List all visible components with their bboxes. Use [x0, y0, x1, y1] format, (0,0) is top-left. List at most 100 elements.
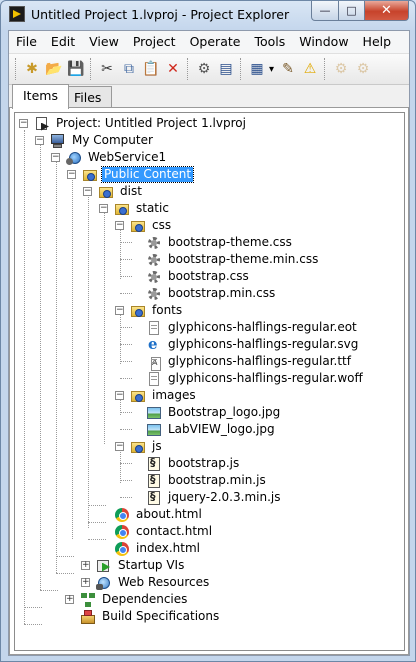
tree-item[interactable]: bootstrap.min.css — [146, 285, 277, 302]
collapse-toggle[interactable]: − — [115, 391, 124, 400]
tree-item[interactable]: LabVIEW_logo.jpg — [146, 421, 277, 438]
menu-view[interactable]: View — [82, 31, 126, 53]
css-file-icon — [146, 286, 162, 302]
tree-item[interactable]: jquery-2.0.3.min.js — [146, 489, 282, 506]
tree-item[interactable]: − Project: Untitled Project 1.lvproj — [19, 115, 248, 132]
tree-item-label: Startup VIs — [118, 558, 185, 572]
tree-item-label: WebService1 — [88, 150, 167, 164]
delete-icon[interactable]: ✕ — [163, 58, 183, 80]
tree-item[interactable]: − js — [115, 438, 164, 455]
maximize-button[interactable]: □ — [339, 1, 365, 21]
warning-icon[interactable]: ⚠ — [300, 58, 320, 80]
tree-guide-line — [88, 505, 106, 506]
collapse-toggle[interactable]: − — [83, 187, 92, 196]
tab-items[interactable]: Items — [12, 84, 69, 109]
tree-item[interactable]: + Dependencies — [65, 591, 189, 608]
expand-toggle[interactable]: + — [81, 561, 90, 570]
dropdown-arrow-icon[interactable]: ▾ — [267, 58, 276, 80]
tree-item[interactable]: glyphicons-halflings-regular.eot — [146, 319, 359, 336]
tree-item[interactable]: − WebService1 — [51, 149, 168, 166]
labview-app-icon[interactable] — [9, 6, 25, 22]
tree-item[interactable]: glyphicons-halflings-regular.woff — [146, 370, 365, 387]
new-icon[interactable]: ✱ — [22, 58, 42, 80]
minimize-button[interactable]: — — [311, 1, 339, 21]
tree-guide-line — [120, 497, 132, 498]
menu-tools[interactable]: Tools — [247, 31, 292, 53]
file-icon — [146, 320, 162, 336]
tree-item[interactable]: − fonts — [115, 302, 184, 319]
window-controls: — □ ✕ — [311, 1, 409, 21]
tree-item[interactable]: bootstrap.min.js — [146, 472, 268, 489]
menu-operate[interactable]: Operate — [183, 31, 248, 53]
tree-guide-line — [120, 293, 132, 294]
view-options-icon[interactable]: ▦ — [247, 58, 267, 80]
tree-item[interactable]: Build Specifications — [66, 608, 221, 625]
tree-item[interactable]: + Web Resources — [81, 574, 211, 591]
disabled-tool-1-icon[interactable]: ⚙ — [331, 58, 351, 80]
expand-toggle[interactable]: + — [65, 595, 74, 604]
menu-edit[interactable]: Edit — [44, 31, 82, 53]
disabled-tool-2-icon[interactable]: ⚙ — [353, 58, 373, 80]
collapse-toggle[interactable]: − — [19, 119, 28, 128]
collapse-toggle[interactable]: − — [67, 170, 76, 179]
tree-item-label: glyphicons-halflings-regular.eot — [168, 320, 357, 334]
open-folder-icon[interactable]: 📂 — [44, 58, 64, 80]
toolbar-separator — [187, 58, 190, 80]
collapse-toggle[interactable]: − — [35, 136, 44, 145]
close-button[interactable]: ✕ — [365, 1, 409, 21]
image-file-icon — [146, 422, 162, 438]
tree-item[interactable]: glyphicons-halflings-regular.ttf — [146, 353, 353, 371]
deploy-icon[interactable]: ▤ — [216, 58, 236, 80]
tree-guide-line — [104, 204, 105, 444]
tree-item[interactable]: Bootstrap_logo.jpg — [146, 404, 282, 421]
tree-item[interactable]: bootstrap-theme.css — [146, 234, 294, 251]
tree-item[interactable]: contact.html — [114, 523, 214, 540]
collapse-toggle[interactable]: − — [51, 153, 60, 162]
tree-item-label: glyphicons-halflings-regular.svg — [168, 337, 359, 351]
tree-item[interactable]: − static — [99, 200, 171, 217]
file-icon — [146, 371, 162, 387]
tree-item[interactable]: bootstrap.css — [146, 268, 251, 285]
window-title: Untitled Project 1.lvproj - Project Expl… — [31, 7, 290, 22]
tree-item-selected[interactable]: − Public Content — [67, 166, 195, 183]
tree-item[interactable]: index.html — [114, 540, 202, 557]
tab-files[interactable]: Files — [63, 86, 113, 108]
collapse-toggle[interactable]: − — [99, 204, 108, 213]
collapse-toggle[interactable]: − — [115, 221, 124, 230]
tree-item-label: css — [152, 218, 172, 232]
tree-guide-line — [24, 624, 42, 625]
copy-icon[interactable]: ⧉ — [119, 58, 139, 80]
tree-item[interactable]: − My Computer — [35, 132, 155, 149]
tree-item-label: My Computer — [72, 133, 153, 147]
tree-item[interactable]: − css — [115, 217, 173, 234]
collapse-toggle[interactable]: − — [115, 442, 124, 451]
menu-file[interactable]: File — [9, 31, 44, 53]
tree-item[interactable]: − dist — [83, 183, 144, 200]
cut-icon[interactable]: ✂ — [97, 58, 117, 80]
toolbar-grip[interactable] — [15, 58, 18, 80]
build-icon[interactable]: ⚙ — [194, 58, 214, 80]
menu-project[interactable]: Project — [126, 31, 183, 53]
tree-item[interactable]: bootstrap-theme.min.css — [146, 251, 320, 268]
title-bar[interactable]: Untitled Project 1.lvproj - Project Expl… — [1, 1, 415, 29]
menu-window[interactable]: Window — [292, 31, 355, 53]
paste-icon[interactable]: 📋 — [141, 58, 161, 80]
tree-item[interactable]: glyphicons-halflings-regular.svg — [146, 335, 360, 353]
css-file-icon — [146, 252, 162, 268]
tree-guide-line — [24, 607, 42, 608]
virtual-folder-icon — [130, 439, 146, 455]
expand-toggle[interactable]: + — [81, 578, 90, 587]
tree-item[interactable]: + Startup VIs — [81, 557, 186, 574]
tree-item[interactable]: bootstrap.js — [146, 455, 241, 472]
project-items-icon[interactable]: ✎ — [278, 58, 298, 80]
save-all-icon[interactable]: 💾 — [66, 58, 86, 80]
project-tree[interactable]: − Project: Untitled Project 1.lvproj − M… — [14, 112, 405, 651]
tree-item-label: bootstrap.min.js — [168, 473, 266, 487]
tree-item[interactable]: − images — [115, 387, 198, 404]
tree-guide-line — [40, 136, 41, 590]
menu-help[interactable]: Help — [356, 31, 399, 53]
tree-guide-line — [88, 539, 106, 540]
tree-item-label: glyphicons-halflings-regular.woff — [168, 371, 363, 385]
collapse-toggle[interactable]: − — [115, 306, 124, 315]
tree-item[interactable]: about.html — [114, 506, 204, 523]
